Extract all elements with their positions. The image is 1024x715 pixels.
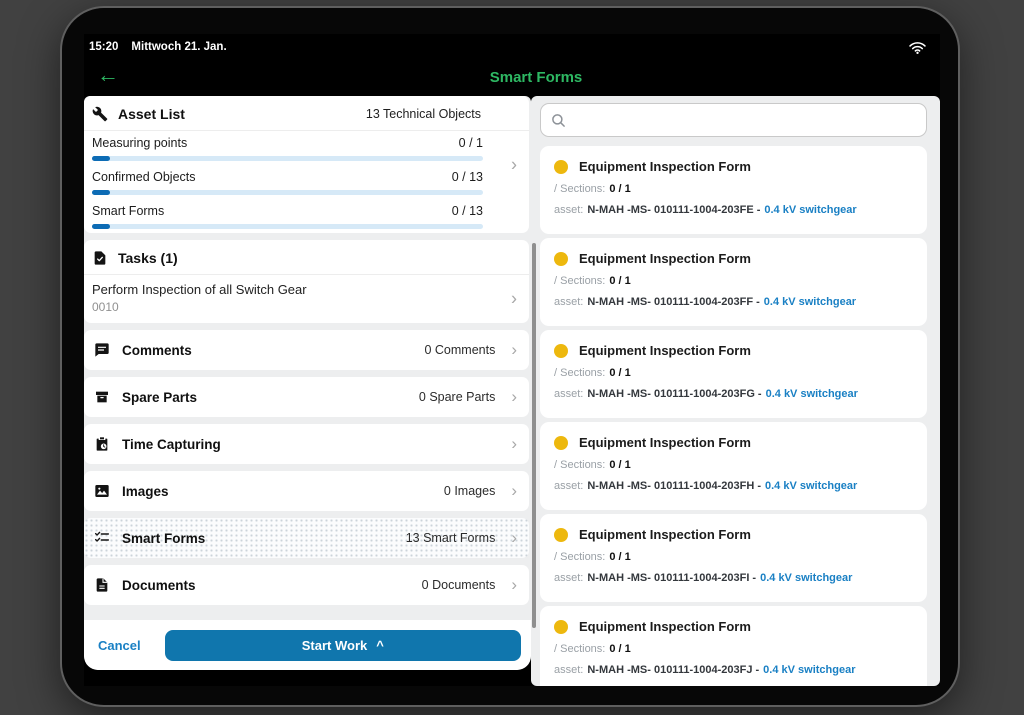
status-dot-icon bbox=[554, 436, 568, 450]
work-order-panel: Asset List 13 Technical Objects Measurin… bbox=[84, 96, 531, 670]
asset-list-title: Asset List bbox=[118, 106, 185, 122]
app-body: Asset List 13 Technical Objects Measurin… bbox=[84, 96, 940, 686]
progress-bar bbox=[92, 224, 483, 229]
wifi-icon bbox=[909, 41, 926, 54]
chevron-right-icon: › bbox=[511, 289, 517, 310]
technical-objects-count: 13 Technical Objects bbox=[366, 107, 481, 121]
images-icon bbox=[94, 483, 110, 499]
progress-bar bbox=[92, 156, 483, 161]
asset-link[interactable]: 0.4 kV switchgear bbox=[763, 664, 855, 676]
task-title: Perform Inspection of all Switch Gear bbox=[92, 282, 489, 297]
chevron-up-icon: ^ bbox=[376, 638, 384, 653]
form-title: Equipment Inspection Form bbox=[579, 159, 751, 174]
form-sections: / Sections:0 / 1 bbox=[554, 183, 913, 195]
menu-item-time-capturing[interactable]: Time Capturing › bbox=[84, 424, 529, 464]
document-icon bbox=[94, 577, 110, 593]
machine-icon bbox=[92, 106, 108, 122]
action-bar: Cancel Start Work ^ bbox=[84, 620, 531, 670]
chevron-right-icon: › bbox=[511, 434, 517, 454]
search-input[interactable] bbox=[574, 112, 916, 129]
form-asset: asset:N-MAH -MS- 010111-1004-203FI -0.4 … bbox=[554, 572, 913, 584]
status-bar: 15:20 Mittwoch 21. Jan. bbox=[84, 34, 940, 60]
form-asset: asset:N-MAH -MS- 010111-1004-203FF -0.4 … bbox=[554, 296, 913, 308]
tasks-header: Tasks (1) bbox=[84, 240, 529, 275]
tablet-frame: 15:20 Mittwoch 21. Jan. ← Smart Forms As… bbox=[60, 6, 960, 707]
comment-icon bbox=[94, 342, 110, 358]
chevron-right-icon: › bbox=[511, 575, 517, 595]
menu-item-smart-forms[interactable]: Smart Forms 13 Smart Forms › bbox=[84, 518, 529, 558]
status-dot-icon bbox=[554, 160, 568, 174]
asset-list-header: Asset List 13 Technical Objects bbox=[84, 96, 529, 131]
task-number: 0010 bbox=[92, 300, 489, 314]
form-sections: / Sections:0 / 1 bbox=[554, 275, 913, 287]
asset-list-card[interactable]: Asset List 13 Technical Objects Measurin… bbox=[84, 96, 529, 233]
menu-item-documents[interactable]: Documents 0 Documents › bbox=[84, 565, 529, 605]
status-dot-icon bbox=[554, 344, 568, 358]
chevron-right-icon: › bbox=[511, 340, 517, 360]
form-card[interactable]: Equipment Inspection Form / Sections:0 /… bbox=[540, 514, 927, 602]
progress-row-confirmed-objects[interactable]: Confirmed Objects 0 / 13 bbox=[84, 165, 529, 199]
time-capturing-icon bbox=[94, 436, 110, 452]
checklist-icon bbox=[94, 530, 110, 546]
asset-link[interactable]: 0.4 kV switchgear bbox=[765, 480, 857, 492]
task-row[interactable]: Perform Inspection of all Switch Gear 00… bbox=[84, 275, 529, 323]
form-sections: / Sections:0 / 1 bbox=[554, 643, 913, 655]
chevron-right-icon: › bbox=[511, 387, 517, 407]
spare-parts-icon bbox=[94, 389, 110, 405]
search-bar[interactable] bbox=[540, 103, 927, 137]
progress-bar bbox=[92, 190, 483, 195]
form-title: Equipment Inspection Form bbox=[579, 343, 751, 358]
scrollbar-thumb[interactable] bbox=[532, 243, 536, 628]
form-card[interactable]: Equipment Inspection Form / Sections:0 /… bbox=[540, 422, 927, 510]
form-title: Equipment Inspection Form bbox=[579, 251, 751, 266]
progress-row-measuring-points[interactable]: Measuring points 0 / 1 bbox=[84, 131, 529, 165]
form-card[interactable]: Equipment Inspection Form / Sections:0 /… bbox=[540, 606, 927, 686]
form-title: Equipment Inspection Form bbox=[579, 619, 751, 634]
form-asset: asset:N-MAH -MS- 010111-1004-203FG -0.4 … bbox=[554, 388, 913, 400]
status-dot-icon bbox=[554, 620, 568, 634]
menu-item-comments[interactable]: Comments 0 Comments › bbox=[84, 330, 529, 370]
app-header: ← Smart Forms bbox=[84, 60, 940, 96]
chevron-right-icon: › bbox=[511, 481, 517, 501]
progress-row-smart-forms[interactable]: Smart Forms 0 / 13 bbox=[84, 199, 529, 233]
status-dot-icon bbox=[554, 252, 568, 266]
device-screen: 15:20 Mittwoch 21. Jan. ← Smart Forms As… bbox=[84, 34, 940, 686]
form-title: Equipment Inspection Form bbox=[579, 527, 751, 542]
chevron-right-icon: › bbox=[511, 528, 517, 548]
form-card[interactable]: Equipment Inspection Form / Sections:0 /… bbox=[540, 238, 927, 326]
form-card[interactable]: Equipment Inspection Form / Sections:0 /… bbox=[540, 146, 927, 234]
tasks-title: Tasks (1) bbox=[118, 250, 178, 266]
tasks-card: Tasks (1) Perform Inspection of all Swit… bbox=[84, 240, 529, 323]
form-sections: / Sections:0 / 1 bbox=[554, 459, 913, 471]
status-dot-icon bbox=[554, 528, 568, 542]
page-title: Smart Forms bbox=[108, 60, 940, 86]
menu-item-images[interactable]: Images 0 Images › bbox=[84, 471, 529, 511]
status-time: 15:20 bbox=[89, 41, 118, 53]
asset-link[interactable]: 0.4 kV switchgear bbox=[760, 572, 852, 584]
chevron-right-icon[interactable]: › bbox=[511, 154, 517, 175]
status-date: Mittwoch 21. Jan. bbox=[131, 41, 226, 53]
search-icon bbox=[551, 113, 566, 128]
asset-link[interactable]: 0.4 kV switchgear bbox=[764, 296, 856, 308]
form-asset: asset:N-MAH -MS- 010111-1004-203FE -0.4 … bbox=[554, 204, 913, 216]
task-document-icon bbox=[92, 250, 108, 266]
form-title: Equipment Inspection Form bbox=[579, 435, 751, 450]
form-sections: / Sections:0 / 1 bbox=[554, 367, 913, 379]
smart-forms-panel: Equipment Inspection Form / Sections:0 /… bbox=[531, 96, 940, 686]
asset-link[interactable]: 0.4 kV switchgear bbox=[764, 204, 856, 216]
form-asset: asset:N-MAH -MS- 010111-1004-203FH -0.4 … bbox=[554, 480, 913, 492]
form-sections: / Sections:0 / 1 bbox=[554, 551, 913, 563]
menu-item-spare-parts[interactable]: Spare Parts 0 Spare Parts › bbox=[84, 377, 529, 417]
cancel-button[interactable]: Cancel bbox=[98, 638, 141, 653]
form-card[interactable]: Equipment Inspection Form / Sections:0 /… bbox=[540, 330, 927, 418]
asset-link[interactable]: 0.4 kV switchgear bbox=[766, 388, 858, 400]
start-work-button[interactable]: Start Work ^ bbox=[165, 630, 521, 661]
form-asset: asset:N-MAH -MS- 010111-1004-203FJ -0.4 … bbox=[554, 664, 913, 676]
